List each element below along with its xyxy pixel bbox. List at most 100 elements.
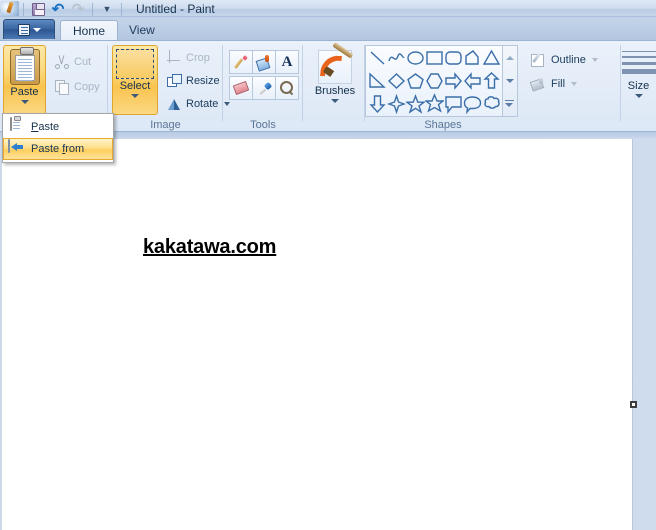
- shape-rounded-rectangle[interactable]: [444, 47, 463, 69]
- select-button-label: Select: [119, 80, 151, 92]
- paint-window: ↶ ↷ ▼ Untitled - Paint Home View Paste C…: [0, 0, 656, 530]
- shape-cloud-callout[interactable]: [482, 93, 501, 115]
- shapes-more-button[interactable]: [503, 92, 516, 115]
- pencil-icon: [235, 56, 248, 69]
- chevron-down-icon: [20, 100, 29, 104]
- cut-button[interactable]: Cut: [50, 51, 95, 73]
- chevron-down-icon: ▼: [102, 3, 112, 14]
- outline-pen-icon: [531, 52, 547, 68]
- resize-button[interactable]: Resize: [162, 70, 224, 92]
- menu-item-paste-from[interactable]: Paste from: [3, 138, 113, 160]
- shapes-gallery-scrollbar[interactable]: [503, 45, 518, 117]
- shape-polygon[interactable]: [463, 47, 482, 69]
- eraser-tool-button[interactable]: [229, 76, 253, 100]
- ribbon-tab-strip: Home View: [0, 18, 656, 40]
- scissors-icon: [54, 54, 70, 70]
- shape-down-arrow[interactable]: [368, 93, 387, 115]
- paste-button[interactable]: Paste: [3, 45, 46, 115]
- size-line-3: [621, 62, 656, 65]
- magnifier-tool-button[interactable]: [275, 76, 299, 100]
- select-button[interactable]: Select: [112, 45, 158, 115]
- chevron-down-icon: [131, 94, 139, 98]
- shape-pentagon[interactable]: [406, 70, 425, 92]
- canvas-text: kakatawa.com: [143, 236, 277, 258]
- color-picker-tool-button[interactable]: [252, 76, 276, 100]
- brushes-button-label: Brushes: [314, 85, 356, 97]
- fill-tool-button[interactable]: [252, 50, 276, 74]
- outline-button[interactable]: Outline: [527, 49, 602, 71]
- menu-item-paste-label: Paste: [31, 121, 60, 133]
- shape-rounded-callout[interactable]: [463, 93, 482, 115]
- chevron-up-icon: [505, 55, 514, 60]
- resize-icon: [166, 73, 182, 89]
- tab-home[interactable]: Home: [60, 20, 119, 40]
- copy-icon: [54, 79, 70, 95]
- ribbon-group-size: Size: [621, 41, 656, 132]
- undo-button[interactable]: ↶: [48, 1, 68, 18]
- selection-rectangle-icon: [116, 49, 154, 79]
- shape-oval[interactable]: [406, 47, 425, 69]
- paste-from-icon: [7, 139, 25, 158]
- shapes-scroll-down-button[interactable]: [503, 69, 516, 92]
- divider: [92, 2, 93, 16]
- clipboard-icon: [7, 117, 25, 136]
- brushes-button[interactable]: Brushes: [313, 42, 357, 116]
- line-size-icon: [621, 51, 656, 74]
- shape-left-arrow[interactable]: [463, 70, 482, 92]
- ribbon-group-image: Select Crop Resize Rotate Image: [108, 41, 231, 132]
- paste-dropdown-menu[interactable]: Paste Paste from: [2, 113, 114, 163]
- fill-bucket-icon: [531, 76, 547, 92]
- clipboard-icon: [9, 47, 40, 85]
- shape-line[interactable]: [368, 47, 387, 69]
- rotate-icon: [166, 96, 182, 112]
- copy-button[interactable]: Copy: [50, 76, 104, 98]
- shape-rectangle[interactable]: [425, 47, 444, 69]
- shape-rectangular-callout[interactable]: [444, 93, 463, 115]
- shape-four-point-star[interactable]: [387, 93, 406, 115]
- clipboard-paper: [14, 55, 35, 81]
- shape-diamond[interactable]: [387, 70, 406, 92]
- redo-button[interactable]: ↷: [68, 1, 88, 18]
- fill-button[interactable]: Fill: [527, 73, 581, 95]
- menu-item-paste-from-label: Paste from: [31, 143, 85, 155]
- drawing-canvas[interactable]: kakatawa.com: [2, 139, 633, 530]
- divider: [23, 2, 24, 16]
- size-button[interactable]: Size: [621, 47, 656, 117]
- paint-app-icon: [1, 1, 19, 17]
- shape-five-point-star[interactable]: [406, 93, 425, 115]
- window-title: Untitled - Paint: [136, 2, 215, 16]
- shape-hexagon[interactable]: [425, 70, 444, 92]
- text-tool-button[interactable]: A: [275, 50, 299, 74]
- shape-right-arrow[interactable]: [444, 70, 463, 92]
- shapes-gallery[interactable]: [365, 45, 503, 117]
- save-button[interactable]: [28, 1, 48, 18]
- shape-curve[interactable]: [387, 47, 406, 69]
- crop-icon: [166, 50, 182, 66]
- ribbon-group-shapes: Outline Fill Shapes: [365, 41, 621, 132]
- size-line-1: [621, 51, 656, 52]
- customize-quick-access-button[interactable]: ▼: [97, 1, 117, 18]
- crop-button[interactable]: Crop: [162, 47, 214, 69]
- fill-button-label: Fill: [551, 78, 566, 90]
- shapes-scroll-up-button[interactable]: [503, 46, 516, 69]
- file-menu-button[interactable]: [3, 19, 55, 39]
- chevron-down-icon: [634, 94, 643, 98]
- menu-item-paste[interactable]: Paste: [3, 116, 113, 138]
- crop-button-label: Crop: [186, 52, 210, 64]
- ribbon-group-tools: A Tools: [223, 41, 303, 132]
- divider: [121, 2, 122, 16]
- shape-six-point-star[interactable]: [425, 93, 444, 115]
- tab-view[interactable]: View: [117, 20, 167, 40]
- shape-triangle[interactable]: [482, 47, 501, 69]
- canvas-resize-handle-right[interactable]: [630, 401, 637, 408]
- rotate-button-label: Rotate: [186, 98, 219, 110]
- paint-bucket-icon: [257, 55, 271, 69]
- shape-right-triangle[interactable]: [368, 70, 387, 92]
- shape-up-arrow[interactable]: [482, 70, 501, 92]
- brush-icon: [318, 42, 354, 84]
- pencil-tool-button[interactable]: [229, 50, 253, 74]
- redo-icon: ↷: [71, 0, 85, 18]
- eyedropper-icon: [258, 82, 271, 95]
- chevron-down-icon: [32, 27, 41, 32]
- size-button-label: Size: [627, 80, 650, 92]
